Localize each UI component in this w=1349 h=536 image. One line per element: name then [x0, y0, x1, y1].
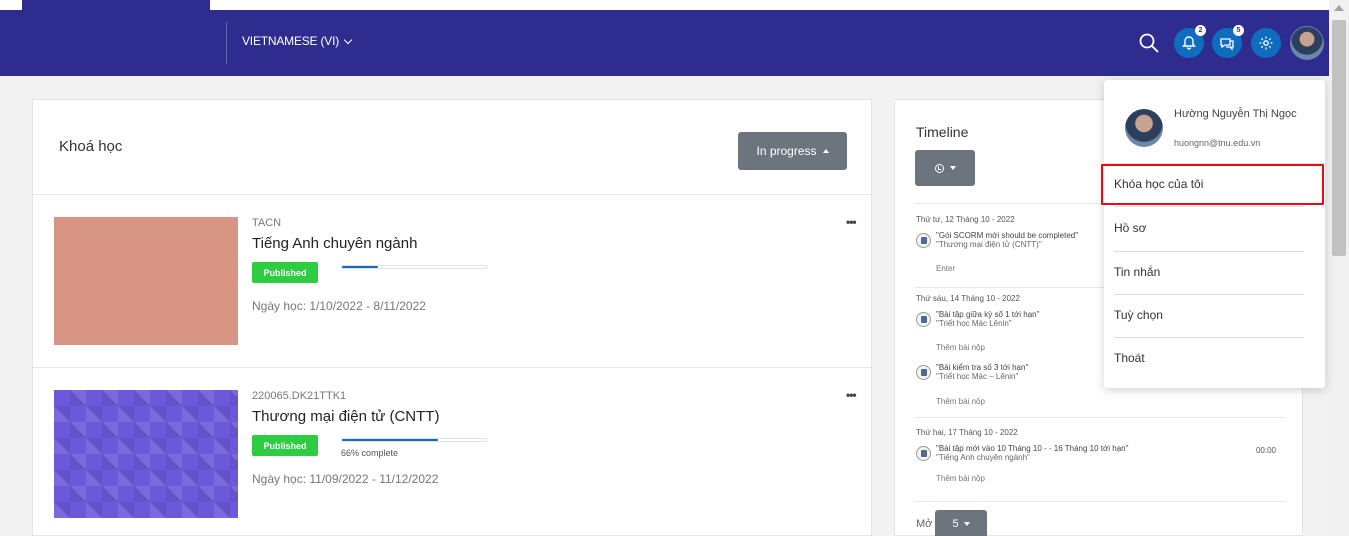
timeline-day: Thứ hai, 17 Tháng 10 - 2022 — [916, 428, 1018, 437]
user-avatar — [1125, 109, 1163, 147]
messages-button[interactable]: 5 — [1212, 25, 1244, 58]
event-course: "Thương mại điện tử (CNTT)" — [936, 240, 1042, 249]
logo-area — [22, 0, 210, 10]
user-name: Hường Nguyễn Thị Ngọc — [1174, 108, 1297, 120]
menu-divider — [1114, 294, 1304, 295]
event-title[interactable]: "Gói SCORM mới should be completed" — [936, 231, 1078, 240]
chevron-down-icon — [343, 35, 353, 44]
courses-header: Khoá học In progress — [33, 100, 871, 195]
gear-icon — [1259, 36, 1273, 50]
course-thumbnail[interactable] — [54, 390, 238, 518]
user-email: huongnn@tnu.edu.vn — [1174, 138, 1261, 148]
progress-filter-button[interactable]: In progress — [738, 132, 847, 170]
items-count-select[interactable]: 5 — [935, 510, 987, 536]
timeline-filter-button[interactable] — [915, 150, 975, 186]
menu-item-preferences[interactable]: Tuỳ chọn — [1114, 308, 1163, 322]
items-count-value: 5 — [952, 517, 959, 530]
published-badge: Published — [252, 262, 318, 283]
notification-count-badge: 2 — [1195, 25, 1206, 36]
event-title[interactable]: "Bài tập mới vào 10 Tháng 10 - - 16 Thán… — [936, 444, 1128, 453]
timeline-divider — [915, 501, 1285, 502]
more-options-icon[interactable]: ••• — [846, 388, 857, 402]
top-strip — [0, 0, 1329, 10]
event-action-link[interactable]: Thêm bài nộp — [936, 343, 985, 352]
language-menu[interactable]: VIETNAMESE (VI) — [242, 34, 353, 48]
event-title[interactable]: "Bài kiểm tra số 3 tới hạn" — [936, 363, 1028, 372]
event-time: 00:00 — [1255, 446, 1276, 455]
scrollbar-thumb[interactable] — [1332, 20, 1346, 256]
menu-item-messages[interactable]: Tin nhắn — [1114, 265, 1160, 279]
assignment-icon — [916, 446, 931, 461]
menu-divider — [1114, 206, 1304, 207]
filter-label: In progress — [756, 144, 817, 158]
message-count-badge: 5 — [1233, 25, 1244, 36]
quiz-icon — [916, 365, 931, 380]
progress-text: 66% complete — [341, 448, 399, 458]
course-code: 220065.DK21TTK1 — [252, 390, 347, 402]
caret-down-icon — [963, 521, 970, 526]
course-thumbnail[interactable] — [54, 217, 238, 345]
course-dates: Ngày học: 1/10/2022 - 8/11/2022 — [252, 299, 426, 313]
event-action-link[interactable]: Thêm bài nộp — [936, 397, 985, 406]
chat-icon — [1220, 38, 1234, 51]
page-scrollbar[interactable] — [1329, 0, 1349, 536]
language-label: VIETNAMESE (VI) — [242, 34, 340, 48]
menu-item-profile[interactable]: Hồ sơ — [1114, 221, 1147, 235]
timeline-title: Timeline — [916, 124, 969, 140]
timeline-day: Thứ tư, 12 Tháng 10 - 2022 — [916, 215, 1015, 224]
course-card[interactable]: 220065.DK21TTK1 Thương mại điện tử (CNTT… — [33, 368, 871, 536]
menu-item-logout[interactable]: Thoát — [1114, 351, 1145, 365]
event-action-link[interactable]: Enter — [936, 264, 955, 273]
course-code: TACN — [252, 217, 282, 229]
bell-icon — [1181, 36, 1197, 50]
event-course: "Tiếng Anh chuyên ngành" — [936, 453, 1030, 462]
settings-button[interactable] — [1251, 28, 1281, 58]
course-dates: Ngày học: 11/09/2022 - 11/12/2022 — [252, 472, 439, 486]
event-action-link[interactable]: Thêm bài nộp — [936, 474, 985, 483]
scroll-up-arrow[interactable] — [1334, 5, 1344, 11]
top-navbar: VIETNAMESE (VI) 2 5 — [0, 10, 1329, 76]
course-name[interactable]: Thương mại điện tử (CNTT) — [252, 408, 439, 425]
notifications-button[interactable]: 2 — [1174, 25, 1206, 58]
menu-divider — [1114, 337, 1304, 338]
clock-icon — [934, 163, 944, 173]
caret-up-icon — [822, 148, 829, 153]
progress-fill — [342, 266, 379, 268]
timeline-divider — [915, 417, 1285, 418]
event-course: "Triết học Mác Lênin" — [936, 319, 1012, 328]
timeline-day: Thứ sáu, 14 Tháng 10 - 2022 — [916, 294, 1020, 303]
courses-title: Khoá học — [59, 138, 123, 155]
event-title[interactable]: "Bài tập giữa kỳ số 1 tới hạn" — [936, 310, 1039, 319]
course-card[interactable]: TACN Tiếng Anh chuyên ngành Published Ng… — [33, 195, 871, 368]
scorm-icon — [916, 233, 931, 248]
published-badge: Published — [252, 435, 318, 456]
caret-down-icon — [949, 166, 956, 170]
assignment-icon — [916, 312, 931, 327]
event-course: "Triết học Mác – Lênin" — [936, 372, 1019, 381]
menu-divider — [1114, 251, 1304, 252]
course-progress-bar — [341, 438, 488, 442]
navbar-divider — [226, 22, 227, 64]
more-options-icon[interactable]: ••• — [846, 215, 857, 229]
show-more-label: Mở — [916, 518, 933, 530]
highlight-box — [1101, 164, 1324, 205]
course-name[interactable]: Tiếng Anh chuyên ngành — [252, 235, 417, 252]
course-progress-bar — [341, 265, 488, 269]
search-icon[interactable] — [1138, 32, 1160, 54]
courses-panel: Khoá học In progress TACN Tiếng Anh chuy… — [32, 99, 872, 536]
progress-fill — [342, 439, 438, 441]
user-avatar-button[interactable] — [1290, 26, 1324, 60]
user-menu-dropdown: Hường Nguyễn Thị Ngọc huongnn@tnu.edu.vn… — [1104, 80, 1325, 388]
